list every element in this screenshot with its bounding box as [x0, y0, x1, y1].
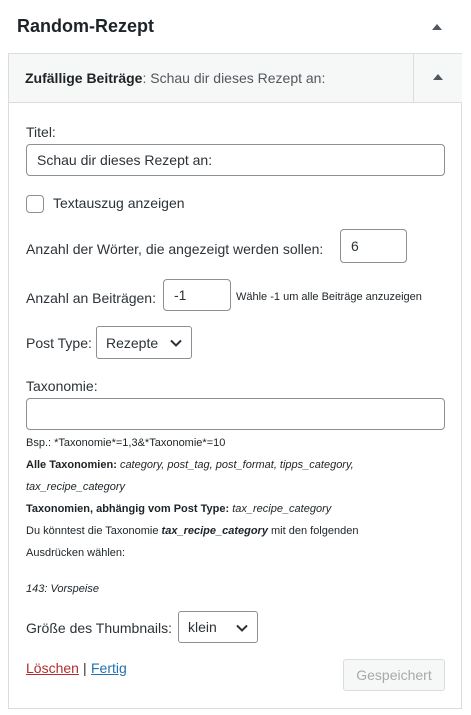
choice-suffix: mit den folgenden [267, 525, 359, 537]
excerpt-label: Textauszug anzeigen [53, 195, 185, 211]
triangle-up-icon [433, 74, 443, 80]
triangle-up-icon [432, 24, 442, 30]
words-input-value: 6 [351, 238, 359, 254]
dependent-taxonomies-value: tax_recipe_category [232, 503, 332, 515]
term-item: 143: Vorspeise [26, 583, 99, 595]
thumbnail-select-value: klein [188, 619, 217, 635]
all-taxonomies-values: category, post_tag, post_format, tipps_c… [119, 459, 354, 471]
thumbnail-select[interactable]: klein [178, 611, 258, 643]
words-input[interactable]: 6 [340, 229, 407, 263]
taxonomy-label: Taxonomie: [26, 378, 98, 394]
title-input-value: Schau dir dieses Rezept an: [37, 152, 213, 168]
all-taxonomies: Alle Taxonomien: category, post_tag, pos… [26, 459, 354, 471]
widget-header[interactable]: Zufällige Beiträge: Schau dir dieses Rez… [9, 54, 461, 103]
taxonomy-example: Bsp.: *Taxonomie*=1,3&*Taxonomie*=10 [26, 437, 226, 449]
all-taxonomies-cont: tax_recipe_category [26, 481, 125, 493]
choice-taxonomy: tax_recipe_category [161, 525, 268, 537]
widget-title-instance: : Schau dir dieses Rezept an: [142, 70, 326, 86]
delete-link[interactable]: Löschen [26, 660, 79, 676]
dependent-taxonomies: Taxonomien, abhängig vom Post Type: tax_… [26, 503, 331, 515]
title-input[interactable]: Schau dir dieses Rezept an: [26, 144, 445, 176]
panel-toggle-button[interactable] [428, 18, 446, 36]
taxonomy-choice-text: Du könntest die Taxonomie tax_recipe_cat… [26, 525, 358, 537]
done-link[interactable]: Fertig [91, 660, 127, 676]
footer-separator: | [83, 660, 87, 676]
excerpt-checkbox[interactable] [26, 195, 44, 213]
posts-input-value: -1 [174, 287, 187, 303]
save-button[interactable]: Gespeichert [343, 659, 445, 691]
widget-title-name: Zufällige Beiträge [25, 70, 143, 86]
term-item-text: 143: Vorspeise [26, 583, 99, 595]
widget-title: Zufällige Beiträge: Schau dir dieses Rez… [25, 70, 325, 86]
panel-header: Random-Rezept [0, 0, 471, 54]
posts-input[interactable]: -1 [163, 279, 231, 311]
panel-title: Random-Rezept [17, 16, 155, 36]
taxonomy-input[interactable] [26, 398, 445, 430]
choice-prefix: Du könntest die Taxonomie [26, 525, 162, 537]
thumbnail-label: Größe des Thumbnails: [26, 620, 173, 636]
post-type-select[interactable]: Rezepte [96, 326, 192, 359]
taxonomy-choice-text-cont: Ausdrücken wählen: [26, 547, 126, 559]
all-taxonomies-label: Alle Taxonomien: [26, 459, 117, 471]
title-label: Titel: [26, 124, 56, 140]
words-label: Anzahl der Wörter, die angezeigt werden … [26, 241, 324, 257]
chevron-down-icon [170, 339, 182, 347]
post-type-label: Post Type: [26, 335, 92, 351]
widget-toggle-button[interactable] [413, 54, 462, 102]
posts-label: Anzahl an Beiträgen: [26, 290, 156, 306]
chevron-down-icon [236, 624, 248, 632]
all-taxonomies-values-cont: tax_recipe_category [26, 481, 126, 493]
post-type-select-value: Rezepte [106, 334, 159, 351]
posts-hint: Wähle -1 um alle Beiträge anzuzeigen [236, 291, 422, 303]
dependent-taxonomies-label: Taxonomien, abhängig vom Post Type: [26, 503, 230, 515]
